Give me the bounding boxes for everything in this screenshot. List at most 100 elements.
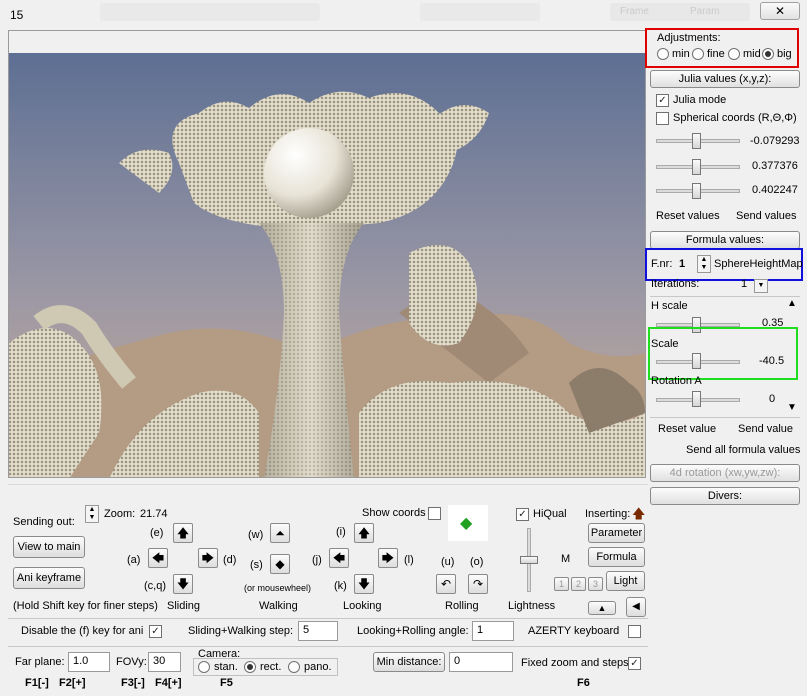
hiqual-checkbox[interactable]: ✓ (516, 508, 529, 521)
zoom-spinner[interactable]: ▲ ▼ (85, 505, 99, 523)
iterations-spinner[interactable]: ▼ (754, 279, 768, 293)
title-bar: 15 Frame Param ✕ (0, 0, 807, 30)
spherical-coords-checkbox[interactable] (656, 112, 669, 125)
adjust-big-radio[interactable] (762, 48, 774, 60)
walk-backward-button[interactable]: ◆ (270, 554, 290, 574)
inserting-label: Inserting: (585, 508, 631, 520)
rotation-a-slider-thumb[interactable] (692, 391, 701, 407)
adjust-fine-label: fine (707, 48, 725, 60)
light-2-button[interactable]: 2 (571, 577, 586, 591)
formula-values-header-button[interactable]: Formula values: (650, 231, 800, 249)
direction-indicator: ◆ (448, 505, 488, 541)
f5-hint: F5 (220, 677, 233, 689)
scroll-down-icon[interactable]: ▼ (787, 402, 797, 413)
collapse-left-button[interactable]: ◀ (626, 597, 646, 617)
formula-button[interactable]: Formula (588, 547, 645, 567)
adjust-mid-label: mid (743, 48, 761, 60)
key-l-label: (l) (404, 554, 414, 566)
close-button[interactable]: ✕ (760, 2, 800, 20)
adjust-min-radio[interactable] (657, 48, 669, 60)
hiqual-label: HiQual (533, 508, 567, 520)
look-down-button[interactable]: 🡇 (354, 574, 374, 594)
f4-hint: F4[+] (155, 677, 182, 689)
camera-separator (8, 646, 648, 647)
green-direction-icon: ◆ (460, 515, 473, 532)
fnr-label: F.nr: (651, 258, 673, 270)
julia-z-value: 0.402247 (752, 184, 798, 196)
iterations-label: Iterations: (651, 278, 700, 290)
fnr-spinner[interactable]: ▲ ▼ (697, 255, 711, 273)
walking-group-label: Walking (259, 600, 298, 612)
mousewheel-hint: (or mousewheel) (244, 583, 312, 593)
fovy-input[interactable]: 30 (148, 652, 181, 672)
fixed-zoom-checkbox[interactable]: ✓ (628, 657, 641, 670)
formula-reset-value-button[interactable]: Reset value (658, 423, 716, 435)
fractal-render-image (9, 53, 645, 477)
light-button[interactable]: Light (606, 571, 645, 591)
key-e-label: (e) (150, 527, 164, 539)
walk-forward-button[interactable]: ⏶ (270, 523, 290, 543)
min-distance-input[interactable]: 0 (449, 652, 513, 672)
step-input[interactable]: 5 (298, 621, 338, 641)
send-all-formula-values-button[interactable]: Send all formula values (686, 444, 800, 456)
light-1-button[interactable]: 1 (554, 577, 569, 591)
nav-top-line (8, 484, 648, 485)
julia-y-slider-thumb[interactable] (692, 159, 701, 175)
adjust-mid-radio[interactable] (728, 48, 740, 60)
disable-f-checkbox[interactable]: ✓ (149, 625, 162, 638)
julia-send-values-button[interactable]: Send values (736, 210, 797, 222)
roll-right-button[interactable]: ↷ (468, 574, 488, 594)
spherical-coords-label: Spherical coords (R,Θ,Φ) (673, 112, 797, 124)
m-label: M (561, 553, 571, 565)
formula-send-value-button[interactable]: Send value (738, 423, 793, 435)
adjustments-title: Adjustments: (657, 32, 721, 44)
adjust-fine-radio[interactable] (692, 48, 704, 60)
julia-values-header-button[interactable]: Julia values (x,y,z): (650, 70, 800, 88)
scroll-up-icon[interactable]: ▲ (787, 298, 797, 309)
angle-input[interactable]: 1 (472, 621, 514, 641)
hidden-control-1 (100, 3, 320, 21)
window-title: 15 (10, 8, 24, 22)
angle-label: Looking+Rolling angle: (357, 625, 469, 637)
scale-value: -40.5 (759, 355, 785, 367)
lightness-slider-thumb[interactable] (520, 556, 538, 564)
show-coords-checkbox[interactable] (428, 507, 441, 520)
slide-left-button[interactable]: 🡄 (148, 548, 168, 568)
h-scale-label: H scale (651, 300, 688, 312)
light-3-button[interactable]: 3 (588, 577, 603, 591)
julia-mode-checkbox[interactable]: ✓ (656, 94, 669, 107)
key-o-label: (o) (470, 556, 484, 568)
julia-x-slider-thumb[interactable] (692, 133, 701, 149)
4d-rotation-header-button[interactable]: 4d rotation (xw,yw,zw): (650, 464, 800, 482)
show-coords-label: Show coords (362, 507, 426, 519)
look-right-button[interactable]: 🡆 (378, 548, 398, 568)
min-distance-button[interactable]: Min distance: (373, 652, 445, 672)
divers-header-button[interactable]: Divers: (650, 487, 800, 505)
azerty-checkbox[interactable] (628, 625, 641, 638)
ani-keyframe-button[interactable]: Ani keyframe (13, 567, 85, 589)
hidden-control-3: Frame Param (610, 3, 750, 21)
look-up-button[interactable]: 🡅 (354, 523, 374, 543)
julia-reset-values-button[interactable]: Reset values (656, 210, 720, 222)
fixed-zoom-label: Fixed zoom and steps (521, 657, 629, 669)
key-j-label: (j) (312, 554, 322, 566)
f3-hint: F3[-] (121, 677, 145, 689)
render-view[interactable] (8, 30, 646, 478)
options-separator (8, 618, 648, 619)
julia-z-slider-thumb[interactable] (692, 183, 701, 199)
zoom-label: Zoom: (104, 508, 136, 520)
far-plane-input[interactable]: 1.0 (68, 652, 110, 672)
hidden-label-frame: Frame (620, 6, 649, 17)
roll-left-button[interactable]: ↶ (436, 574, 456, 594)
formula-name: SphereHeightMap (714, 258, 803, 270)
view-to-main-button[interactable]: View to main (13, 536, 85, 558)
scale-slider-thumb[interactable] (692, 353, 701, 369)
look-left-button[interactable]: 🡄 (329, 548, 349, 568)
slide-right-button[interactable]: 🡆 (198, 548, 218, 568)
scale-label: Scale (651, 338, 679, 350)
rolling-group-label: Rolling (445, 600, 479, 612)
collapse-up-button[interactable]: ▲ (588, 601, 616, 615)
parameter-button[interactable]: Parameter (588, 523, 645, 543)
slide-up-button[interactable]: 🡅 (173, 523, 193, 543)
slide-down-button[interactable]: 🡇 (173, 574, 193, 594)
